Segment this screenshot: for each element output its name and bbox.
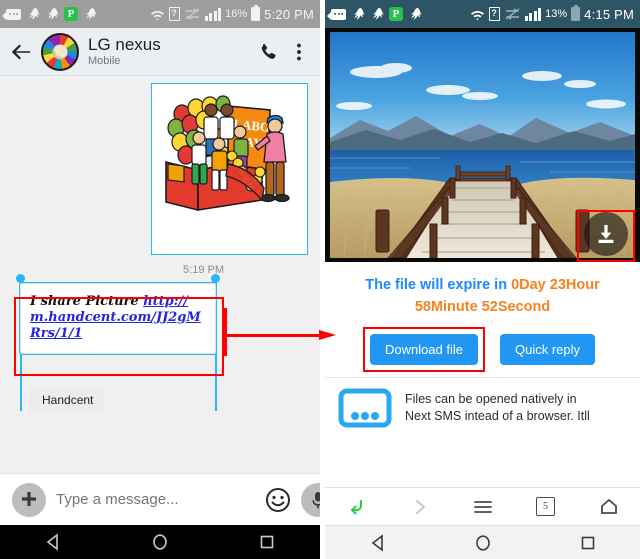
promo-text: Files can be opened natively in Next SMS… [405, 391, 590, 425]
left-status-system-icons: ? 16% 5:20 PM [150, 5, 314, 22]
browser-menu-icon[interactable] [463, 495, 503, 519]
left-status-notification-icons: P [2, 7, 97, 22]
more-options-icon[interactable] [288, 41, 310, 63]
contact-name: LG nexus [88, 35, 161, 54]
contact-subtitle: Mobile [88, 55, 121, 67]
expire-line2: 58Minute 52Second [335, 296, 630, 318]
handcent-icon [351, 7, 365, 22]
handcent-icon [26, 7, 40, 22]
sim-unknown-icon: ? [488, 7, 500, 21]
signal-icon [204, 7, 222, 21]
left-status-bar: P ? 16% 5:20 PM [0, 0, 320, 28]
plus-icon[interactable] [12, 482, 46, 517]
labor-day-clipart: LABOR DAY [152, 84, 307, 254]
recents-square-icon[interactable] [244, 531, 290, 553]
right-status-notification-icons: P [327, 7, 422, 22]
expire-days: 0Day [511, 277, 546, 293]
browser-nav-bar: 5 [325, 487, 640, 525]
right-status-bar: P ? 13% 4:15 PM [325, 0, 640, 28]
photo-stage [325, 28, 640, 262]
handcent-icon [83, 7, 97, 22]
right-android-navbar [325, 525, 640, 559]
browser-tabs-count: 5 [536, 497, 555, 516]
message-thread[interactable]: LABOR DAY 5:19 PM I share Picture http:/… [0, 76, 320, 473]
expire-prefix: The file will expire in [365, 277, 512, 293]
handcent-icon [45, 7, 59, 22]
next-sms-promo[interactable]: Files can be opened natively in Next SMS… [325, 377, 640, 429]
browser-back-icon[interactable] [337, 495, 377, 519]
message-input[interactable] [56, 491, 255, 508]
home-circle-icon[interactable] [460, 532, 506, 554]
back-triangle-icon[interactable] [30, 531, 76, 553]
wifi-icon [470, 8, 485, 21]
browser-forward-icon[interactable] [400, 495, 440, 519]
handcent-icon [370, 7, 384, 22]
message-composer [0, 473, 320, 525]
expire-seconds: 52Second [481, 299, 551, 315]
expire-hours: 23Hour [549, 277, 600, 293]
expire-minutes: 58Minute [414, 299, 478, 315]
wifi-icon [150, 8, 165, 21]
promo-line-1: Files can be opened natively in [405, 392, 577, 406]
battery-percent-label: 13% [545, 8, 568, 20]
browser-home-icon[interactable] [589, 495, 629, 519]
sim-unknown-icon: ? [168, 7, 180, 21]
status-clock: 5:20 PM [264, 6, 314, 22]
mms-image-attachment[interactable]: LABOR DAY [151, 83, 308, 255]
message-icon [2, 8, 21, 20]
back-arrow-icon[interactable] [10, 41, 32, 63]
battery-percent-label: 16% [225, 8, 248, 20]
handcent-icon [408, 7, 422, 22]
handcent-p-icon: P [64, 7, 78, 21]
handcent-p-icon: P [389, 7, 403, 21]
viewer-actions: Download file Quick reply [325, 320, 640, 377]
contact-avatar[interactable] [41, 32, 79, 71]
message-prefix: I share Picture [30, 294, 144, 309]
next-sms-icon [337, 387, 393, 429]
battery-icon [251, 5, 261, 21]
app-chip-handcent[interactable]: Handcent [30, 386, 106, 414]
right-status-system-icons: ? 13% 4:15 PM [470, 5, 634, 22]
expire-notice: The file will expire in 0Day 23Hour 58Mi… [325, 262, 640, 320]
download-file-wrap: Download file [362, 327, 485, 372]
incoming-message-bubble[interactable]: I share Picture http://m.handcent.com/JJ… [19, 282, 217, 355]
file-viewer-page: The file will expire in 0Day 23Hour 58Mi… [325, 28, 640, 525]
browser-tabs-button[interactable]: 5 [526, 495, 566, 519]
left-phone: P ? 16% 5:20 PM LG nexus Mobile LABOR DA… [0, 0, 320, 559]
call-icon[interactable] [257, 41, 279, 63]
data-off-icon [184, 8, 201, 20]
signal-icon [524, 7, 542, 21]
emoji-icon[interactable] [265, 487, 291, 513]
battery-icon [571, 5, 581, 21]
home-circle-icon[interactable] [137, 531, 183, 553]
conversation-header: LG nexus Mobile [0, 28, 320, 76]
data-off-icon [504, 8, 521, 20]
microphone-icon[interactable] [301, 482, 320, 517]
download-file-button[interactable]: Download file [369, 334, 478, 365]
message-body: I share Picture http://m.handcent.com/JJ… [30, 294, 206, 342]
quick-reply-button[interactable]: Quick reply [500, 334, 596, 365]
conversation-titles: LG nexus Mobile [88, 35, 248, 68]
left-android-navbar [0, 525, 320, 559]
download-icon[interactable] [584, 212, 628, 256]
right-phone: P ? 13% 4:15 PM The file will expire in … [325, 0, 640, 559]
back-triangle-icon[interactable] [355, 532, 401, 554]
promo-line-2: Next SMS intead of a browser. Itll [405, 409, 590, 423]
recents-square-icon[interactable] [565, 532, 611, 554]
screenshot-stage: P ? 16% 5:20 PM LG nexus Mobile LABOR DA… [0, 0, 640, 559]
status-clock: 4:15 PM [584, 6, 634, 22]
message-icon [327, 8, 346, 20]
